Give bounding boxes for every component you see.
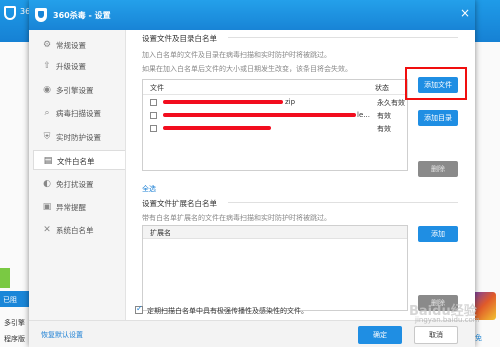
whitelist-table: 文件 状态 zip 永久有效 le... 有效 有效 (142, 79, 408, 171)
sidebar-item-label: 文件白名单 (57, 157, 95, 166)
redaction-mark (163, 126, 271, 130)
sidebar-item-label: 免打扰设置 (56, 180, 94, 189)
app-logo-icon (4, 6, 16, 20)
watermark-url: jingyan.baidu.com (415, 316, 480, 324)
dialog-titlebar[interactable]: 360杀毒 - 设置 × (29, 0, 475, 30)
shield-icon: ⛨ (43, 132, 51, 142)
row-status: 有效 (377, 112, 391, 120)
highlight-annotation (405, 67, 467, 100)
sidebar-item-multi-engine[interactable]: ◉ 多引擎设置 (33, 80, 125, 100)
table-header (143, 226, 407, 239)
row-status: 永久有效 (377, 99, 405, 107)
table-row[interactable]: le... 有效 (143, 109, 407, 122)
delete-file-button[interactable]: 删除 (418, 161, 458, 177)
column-header-extension: 扩展名 (150, 229, 171, 237)
sidebar-item-do-not-disturb[interactable]: ◐ 免打扰设置 (33, 174, 125, 194)
settings-dialog: 360杀毒 - 设置 × ⚙ 常规设置 ⇧ 升级设置 ◉ 多引擎设置 ⌕ 病毒扫… (29, 0, 480, 347)
background-text-engine: 多引擎 (4, 319, 25, 327)
sidebar-item-label: 实时防护设置 (56, 133, 101, 142)
restore-defaults-link[interactable]: 恢复默认设置 (41, 330, 83, 340)
whitelist-description-1: 加入白名单的文件及目录在病毒扫描和实时防护时将被跳过。 (142, 51, 331, 59)
redaction-mark (163, 100, 283, 104)
engine-icon: ◉ (43, 85, 51, 95)
cancel-button[interactable]: 取消 (414, 326, 458, 344)
periodic-scan-label: 定期扫描白名单中具有极强传播性及感染性的文件。 (147, 307, 308, 315)
extension-table: 扩展名 (142, 225, 408, 311)
tools-icon: ✕ (43, 225, 51, 235)
document-icon: ▤ (43, 156, 53, 166)
gear-icon: ⚙ (42, 40, 52, 50)
periodic-scan-checkbox[interactable] (135, 304, 143, 314)
add-extension-button[interactable]: 添加 (418, 226, 458, 242)
section-divider (228, 37, 458, 38)
ok-button[interactable]: 确定 (358, 326, 402, 344)
header-divider (143, 94, 407, 95)
scan-icon: ⌕ (44, 108, 50, 118)
sidebar-item-label: 病毒扫描设置 (56, 109, 101, 118)
sidebar-item-system-whitelist[interactable]: ✕ 系统白名单 (33, 220, 125, 240)
sidebar-item-exception-alert[interactable]: ▣ 异常提醒 (33, 197, 125, 217)
do-not-disturb-icon: ◐ (43, 179, 51, 189)
sidebar-item-upgrade[interactable]: ⇧ 升级设置 (33, 56, 125, 76)
row-checkbox[interactable] (150, 99, 157, 106)
row-path: le... (357, 111, 370, 119)
row-checkbox[interactable] (150, 112, 157, 119)
sidebar-item-label: 常规设置 (56, 41, 86, 50)
sidebar-item-general[interactable]: ⚙ 常规设置 (33, 35, 125, 55)
shield-logo-icon (35, 8, 47, 22)
row-checkbox[interactable] (150, 125, 157, 132)
add-directory-button[interactable]: 添加目录 (418, 110, 458, 126)
settings-sidebar: ⚙ 常规设置 ⇧ 升级设置 ◉ 多引擎设置 ⌕ 病毒扫描设置 ⛨ 实时防护设置 … (29, 30, 126, 330)
extension-section-title: 设置文件扩展名白名单 (142, 199, 217, 208)
dialog-footer: 恢复默认设置 确定 取消 (29, 320, 475, 347)
sidebar-item-label: 多引擎设置 (56, 86, 94, 95)
row-path: zip (285, 98, 296, 106)
sidebar-item-file-whitelist[interactable]: ▤ 文件白名单 (33, 150, 125, 170)
whitelist-section-title: 设置文件及目录白名单 (142, 34, 217, 43)
sidebar-item-realtime-protection[interactable]: ⛨ 实时防护设置 (33, 127, 125, 147)
whitelist-description-2: 如果在加入白名单后文件的大小或日期发生改变，该条目将会失效。 (142, 65, 352, 73)
close-icon[interactable]: × (458, 6, 472, 20)
alert-icon: ▣ (42, 202, 52, 212)
background-status-indicator (0, 268, 10, 288)
upgrade-icon: ⇧ (43, 61, 51, 71)
sidebar-item-label: 系统白名单 (56, 226, 94, 235)
settings-content: 设置文件及目录白名单 加入白名单的文件及目录在病毒扫描和实时防护时将被跳过。 如… (135, 30, 467, 320)
sidebar-item-label: 升级设置 (56, 62, 86, 71)
section-divider (228, 202, 458, 203)
table-row[interactable]: 有效 (143, 122, 407, 135)
column-header-file: 文件 (150, 84, 164, 92)
background-text-program: 程序版 (4, 335, 25, 343)
dialog-title: 360杀毒 - 设置 (53, 11, 111, 20)
sidebar-item-label: 异常提醒 (56, 203, 86, 212)
table-row[interactable]: zip 永久有效 (143, 96, 407, 109)
sidebar-item-virus-scan[interactable]: ⌕ 病毒扫描设置 (33, 103, 125, 123)
row-status: 有效 (377, 125, 391, 133)
redaction-mark (163, 113, 356, 117)
select-all-link[interactable]: 全选 (142, 184, 156, 194)
extension-description: 带有白名单扩展名的文件在病毒扫描和实时防护时将被跳过。 (142, 214, 331, 222)
column-header-status: 状态 (375, 84, 389, 92)
